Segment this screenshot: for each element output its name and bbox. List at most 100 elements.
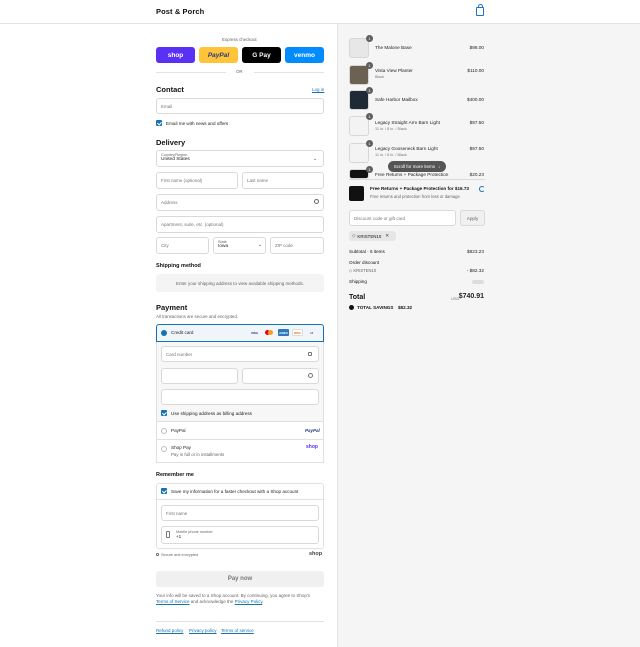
paypal-radio[interactable] <box>161 428 167 434</box>
shop-pay-logo: shop <box>306 444 318 450</box>
help-icon[interactable] <box>308 373 313 378</box>
terms-link[interactable]: Terms of Service <box>156 599 190 604</box>
privacy-link[interactable]: Privacy Policy <box>235 599 263 604</box>
quantity-badge: 1 <box>366 35 373 42</box>
pay-now-button[interactable]: Pay now <box>156 571 324 587</box>
shop-first-name-field[interactable]: First name <box>161 505 319 521</box>
shop-pay-subtitle: Pay in full or in installments <box>171 452 225 457</box>
secure-text: Secure and encrypted <box>161 553 199 557</box>
card-number-field[interactable]: Card number <box>161 346 319 362</box>
delivery-heading: Delivery <box>156 138 186 147</box>
discount-code-field[interactable]: Discount code or gift card <box>349 210 456 226</box>
product-name: Free Returns + Package Protection <box>375 172 449 177</box>
save-info-checkbox[interactable] <box>161 488 167 494</box>
mastercard-icon <box>263 329 274 336</box>
product-name: Vista View Planter <box>375 68 413 73</box>
order-summary <box>337 24 640 647</box>
order-discount-code: ◇ KRISTEN10 <box>349 268 376 273</box>
store-logo[interactable]: Post & Porch <box>156 7 204 16</box>
name-on-card-field[interactable] <box>161 389 319 405</box>
news-checkbox-label: Email me with news and offers <box>166 121 229 126</box>
total-label: Total <box>349 294 366 301</box>
login-link[interactable]: Log in <box>312 87 324 92</box>
billing-address-label: Use shipping address as billing address <box>171 411 252 416</box>
total-savings-value: $82.32 <box>398 305 413 310</box>
credit-card-radio[interactable] <box>161 330 167 336</box>
order-discount-value: - $82.32 <box>466 268 484 273</box>
amex-icon: AMEX <box>278 329 289 336</box>
venmo-button[interactable]: venmo <box>285 47 324 63</box>
discount-tag: ◇ KRISTEN10 ✕ <box>349 231 396 241</box>
product-name: Legacy Gooseneck Barn Light <box>375 146 438 151</box>
product-variant: 11 in. / 8 in. / Black <box>375 127 407 131</box>
privacy-policy-link[interactable]: Privacy policy <box>189 628 217 633</box>
terms-of-service-link[interactable]: Terms of service <box>221 628 254 633</box>
legal-text-1: Your info will be saved to a Shop accoun… <box>156 593 311 598</box>
country-select[interactable]: Country/Region United States <box>156 150 324 167</box>
protection-title: Free Returns + Package Protection for $1… <box>370 186 469 191</box>
shop-pay-label: Shop Pay <box>171 445 191 450</box>
product-price: $110.00 <box>467 68 484 73</box>
paypal-button[interactable]: PayPal <box>199 47 238 63</box>
shopping-bag-icon[interactable] <box>476 4 484 16</box>
quantity-badge: 1 <box>366 113 373 120</box>
product-thumbnail <box>349 143 369 163</box>
expiration-date-field[interactable] <box>161 368 238 384</box>
paypal-label: PayPal <box>171 428 186 433</box>
shop-logo: shop <box>309 551 323 557</box>
google-pay-button[interactable]: G Pay <box>242 47 281 63</box>
protection-subtitle: Free returns and protection from loss or… <box>370 194 460 199</box>
mobile-phone-value: +1 <box>176 534 182 539</box>
billing-address-checkbox[interactable] <box>161 410 167 416</box>
total-savings-label: TOTAL SAVINGS <box>357 305 394 310</box>
mobile-phone-field[interactable]: Mobile phone number +1 <box>161 526 319 544</box>
total-value: $740.91 <box>458 293 484 300</box>
divider <box>156 499 324 500</box>
remember-me-heading: Remember me <box>156 472 194 478</box>
apply-button[interactable]: Apply <box>460 210 485 226</box>
divider <box>156 621 324 622</box>
shop-pay-button[interactable]: shop <box>156 47 195 63</box>
shipping-method-message: Enter your shipping address to view avai… <box>156 274 324 292</box>
subtotal-label: Subtotal · 6 items <box>349 249 385 254</box>
shipping-placeholder <box>472 280 484 284</box>
header: Post & Porch <box>0 0 640 24</box>
product-thumbnail <box>349 65 369 85</box>
product-thumbnail <box>349 116 369 136</box>
country-value: United States <box>161 157 190 162</box>
product-variant: 11 in. / 8 in. / Black <box>375 153 407 157</box>
product-thumbnail <box>349 38 369 58</box>
visa-icon: VISA <box>250 330 258 335</box>
divider <box>156 72 226 73</box>
city-field[interactable]: City <box>156 237 209 254</box>
payment-heading: Payment <box>156 303 188 312</box>
tag-icon: ◇ <box>352 233 356 238</box>
savings-icon <box>349 305 354 310</box>
refund-policy-link[interactable]: Refund policy <box>156 628 183 633</box>
product-price: $97.50 <box>469 146 484 151</box>
contact-heading: Contact <box>156 85 184 94</box>
shipping-method-heading: Shipping method <box>156 263 201 269</box>
address-field[interactable]: Address <box>156 194 324 211</box>
legal-text: Your info will be saved to a Shop accoun… <box>156 593 322 605</box>
discount-tag-label: KRISTEN10 <box>357 233 382 239</box>
zip-field[interactable]: ZIP code <box>270 237 324 254</box>
news-checkbox[interactable] <box>156 120 162 126</box>
product-variant: Black <box>375 75 385 79</box>
payment-subtitle: All transactions are secure and encrypte… <box>156 314 239 319</box>
first-name-field[interactable]: First name (optional) <box>156 172 238 189</box>
apartment-field[interactable]: Apartment, suite, etc. (optional) <box>156 216 324 233</box>
scroll-for-more-button[interactable]: Scroll for more items ↓ <box>388 161 446 172</box>
shop-pay-radio[interactable] <box>161 446 167 452</box>
product-price: $20.23 <box>469 172 484 177</box>
close-icon[interactable]: ✕ <box>385 233 389 239</box>
product-thumbnail <box>349 90 369 110</box>
save-info-label: Save my information for a faster checkou… <box>171 489 299 494</box>
last-name-field[interactable]: Last name <box>242 172 324 189</box>
scroll-for-more-label: Scroll for more items <box>393 164 435 169</box>
product-price: $400.00 <box>467 97 484 102</box>
divider <box>254 72 324 73</box>
chevron-down-icon: ⌄ <box>313 156 318 162</box>
divider <box>349 179 485 180</box>
email-field[interactable]: Email <box>156 98 324 114</box>
